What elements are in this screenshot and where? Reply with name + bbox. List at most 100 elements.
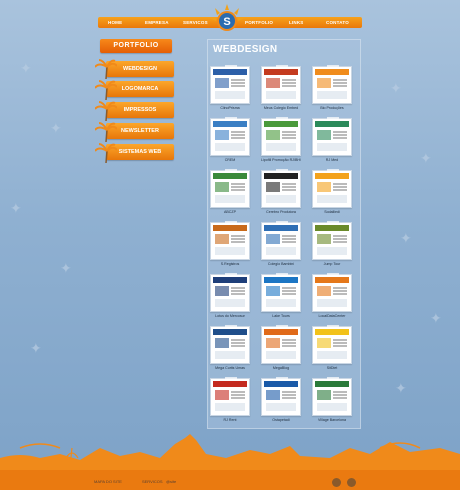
- thumbnail-frame[interactable]: [312, 117, 352, 156]
- website-screenshot: [213, 329, 247, 361]
- thumbnail-caption: SitDiet: [326, 366, 338, 370]
- portfolio-thumbnail[interactable]: Bio Produções: [312, 65, 352, 118]
- portfolio-thumbnail[interactable]: Lotus do Mercosur: [210, 273, 250, 326]
- thumbnail-frame[interactable]: [210, 221, 250, 260]
- thumbnail-frame[interactable]: [261, 273, 301, 312]
- website-screenshot: [264, 121, 298, 153]
- tape-decoration: [225, 221, 237, 225]
- thumbnail-frame[interactable]: [261, 65, 301, 104]
- portfolio-thumbnail[interactable]: S.Registros: [210, 221, 250, 274]
- social-icon[interactable]: [347, 478, 356, 487]
- thumbnail-frame[interactable]: [261, 117, 301, 156]
- thumbnail-caption: Lotus do Mercosur: [215, 314, 245, 318]
- thumbnail-frame[interactable]: [210, 117, 250, 156]
- thumbnail-caption: CREM: [224, 158, 236, 162]
- star-decoration: ✦: [30, 340, 42, 356]
- thumbnail-frame[interactable]: [261, 221, 301, 260]
- portfolio-thumbnail[interactable]: ABCZP: [210, 169, 250, 222]
- nav-home[interactable]: HOME: [108, 20, 122, 25]
- website-screenshot: [213, 121, 247, 153]
- thumbnail-frame[interactable]: [312, 377, 352, 416]
- portfolio-thumbnail[interactable]: Sodalliedi: [312, 169, 352, 222]
- footer-link-servicos[interactable]: SERVICOS: [142, 479, 163, 484]
- sun-logo[interactable]: S: [207, 4, 247, 34]
- portfolio-thumbnail[interactable]: Meus Colegio Embed: [261, 65, 301, 118]
- thumbnail-caption: Mega Curtis Umas: [215, 366, 245, 370]
- thumbnail-frame[interactable]: [312, 169, 352, 208]
- portfolio-thumbnail[interactable]: Colegio Bambini: [261, 221, 301, 274]
- rio-skyline-footer: [0, 434, 460, 490]
- thumbnail-frame[interactable]: [210, 169, 250, 208]
- thumbnail-caption: Cerebro Produtora: [266, 210, 296, 214]
- thumbnail-frame[interactable]: [210, 377, 250, 416]
- portfolio-thumbnail[interactable]: LocalDataCenter: [312, 273, 352, 326]
- thumbnail-caption: Lake Tours: [272, 314, 290, 318]
- thumbnail-frame[interactable]: [210, 273, 250, 312]
- tape-decoration: [276, 65, 288, 69]
- thumbnail-frame[interactable]: [261, 169, 301, 208]
- thumbnail-frame[interactable]: [261, 325, 301, 364]
- palm-icon: [95, 59, 117, 80]
- page-title: WEBDESIGN: [213, 44, 278, 55]
- tape-decoration: [276, 221, 288, 225]
- website-screenshot: [315, 173, 349, 205]
- nav-empresa[interactable]: EMPRESA: [145, 20, 169, 25]
- social-icon[interactable]: [332, 478, 341, 487]
- website-screenshot: [213, 173, 247, 205]
- svg-text:S: S: [223, 16, 230, 28]
- star-decoration: ✦: [60, 260, 72, 276]
- palm-icon: [95, 80, 117, 101]
- footer-link-sitemap[interactable]: MAPA DO SITE: [94, 479, 122, 484]
- website-screenshot: [213, 69, 247, 101]
- tape-decoration: [327, 169, 339, 173]
- thumbnail-frame[interactable]: [210, 325, 250, 364]
- tape-decoration: [327, 377, 339, 381]
- portfolio-thumbnail[interactable]: SitDiet: [312, 325, 352, 378]
- portfolio-thumbnail[interactable]: ClinoPrisma: [210, 65, 250, 118]
- tape-decoration: [276, 377, 288, 381]
- portfolio-thumbnail[interactable]: RJ Med: [312, 117, 352, 170]
- portfolio-thumbnail[interactable]: MegaBlog: [261, 325, 301, 378]
- portfolio-thumbnail[interactable]: Lake Tours: [261, 273, 301, 326]
- nav-links[interactable]: LINKS: [289, 20, 304, 25]
- tape-decoration: [327, 221, 339, 225]
- star-decoration: ✦: [390, 80, 402, 96]
- thumbnail-frame[interactable]: [312, 273, 352, 312]
- star-decoration: ✦: [50, 120, 62, 136]
- portfolio-thumbnail[interactable]: Lipofill Promoção RJ/BH/SP: [261, 117, 301, 170]
- footer-links: MAPA DO SITE SERVICOS: [94, 479, 163, 484]
- thumbnail-caption: MegaBlog: [272, 366, 290, 370]
- portfolio-thumbnail[interactable]: Mega Curtis Umas: [210, 325, 250, 378]
- portfolio-thumbnail[interactable]: Jump Tour: [312, 221, 352, 274]
- palm-icon: [95, 143, 117, 164]
- tape-decoration: [327, 325, 339, 329]
- thumbnail-frame[interactable]: [312, 65, 352, 104]
- thumbnail-caption: LocalDataCenter: [318, 314, 346, 318]
- nav-contato[interactable]: CONTATO: [326, 20, 349, 25]
- portfolio-thumbnail[interactable]: Cerebro Produtora: [261, 169, 301, 222]
- thumbnail-caption: ClinoPrisma: [220, 106, 240, 110]
- tape-decoration: [276, 117, 288, 121]
- thumbnail-caption: Meus Colegio Embed: [263, 106, 299, 110]
- tape-decoration: [276, 325, 288, 329]
- star-decoration: ✦: [420, 150, 432, 166]
- website-screenshot: [264, 173, 298, 205]
- thumbnail-caption: Jump Tour: [323, 262, 341, 266]
- portfolio-thumbnail[interactable]: CREM: [210, 117, 250, 170]
- thumbnail-frame[interactable]: [312, 325, 352, 364]
- thumbnail-caption: Lipofill Promoção RJ/BH/SP: [261, 158, 301, 162]
- website-screenshot: [213, 225, 247, 257]
- tape-decoration: [327, 273, 339, 277]
- star-decoration: ✦: [20, 60, 32, 76]
- nav-portfolio[interactable]: PORTFOLIO: [245, 20, 273, 25]
- thumbnail-frame[interactable]: [210, 65, 250, 104]
- nav-servicos[interactable]: SERVICOS: [183, 20, 208, 25]
- tape-decoration: [225, 169, 237, 173]
- thumbnail-frame[interactable]: [261, 377, 301, 416]
- thumbnail-frame[interactable]: [312, 221, 352, 260]
- website-screenshot: [213, 277, 247, 309]
- website-screenshot: [264, 69, 298, 101]
- thumbnail-caption: RJ Med: [325, 158, 339, 162]
- website-screenshot: [213, 381, 247, 413]
- website-screenshot: [315, 329, 349, 361]
